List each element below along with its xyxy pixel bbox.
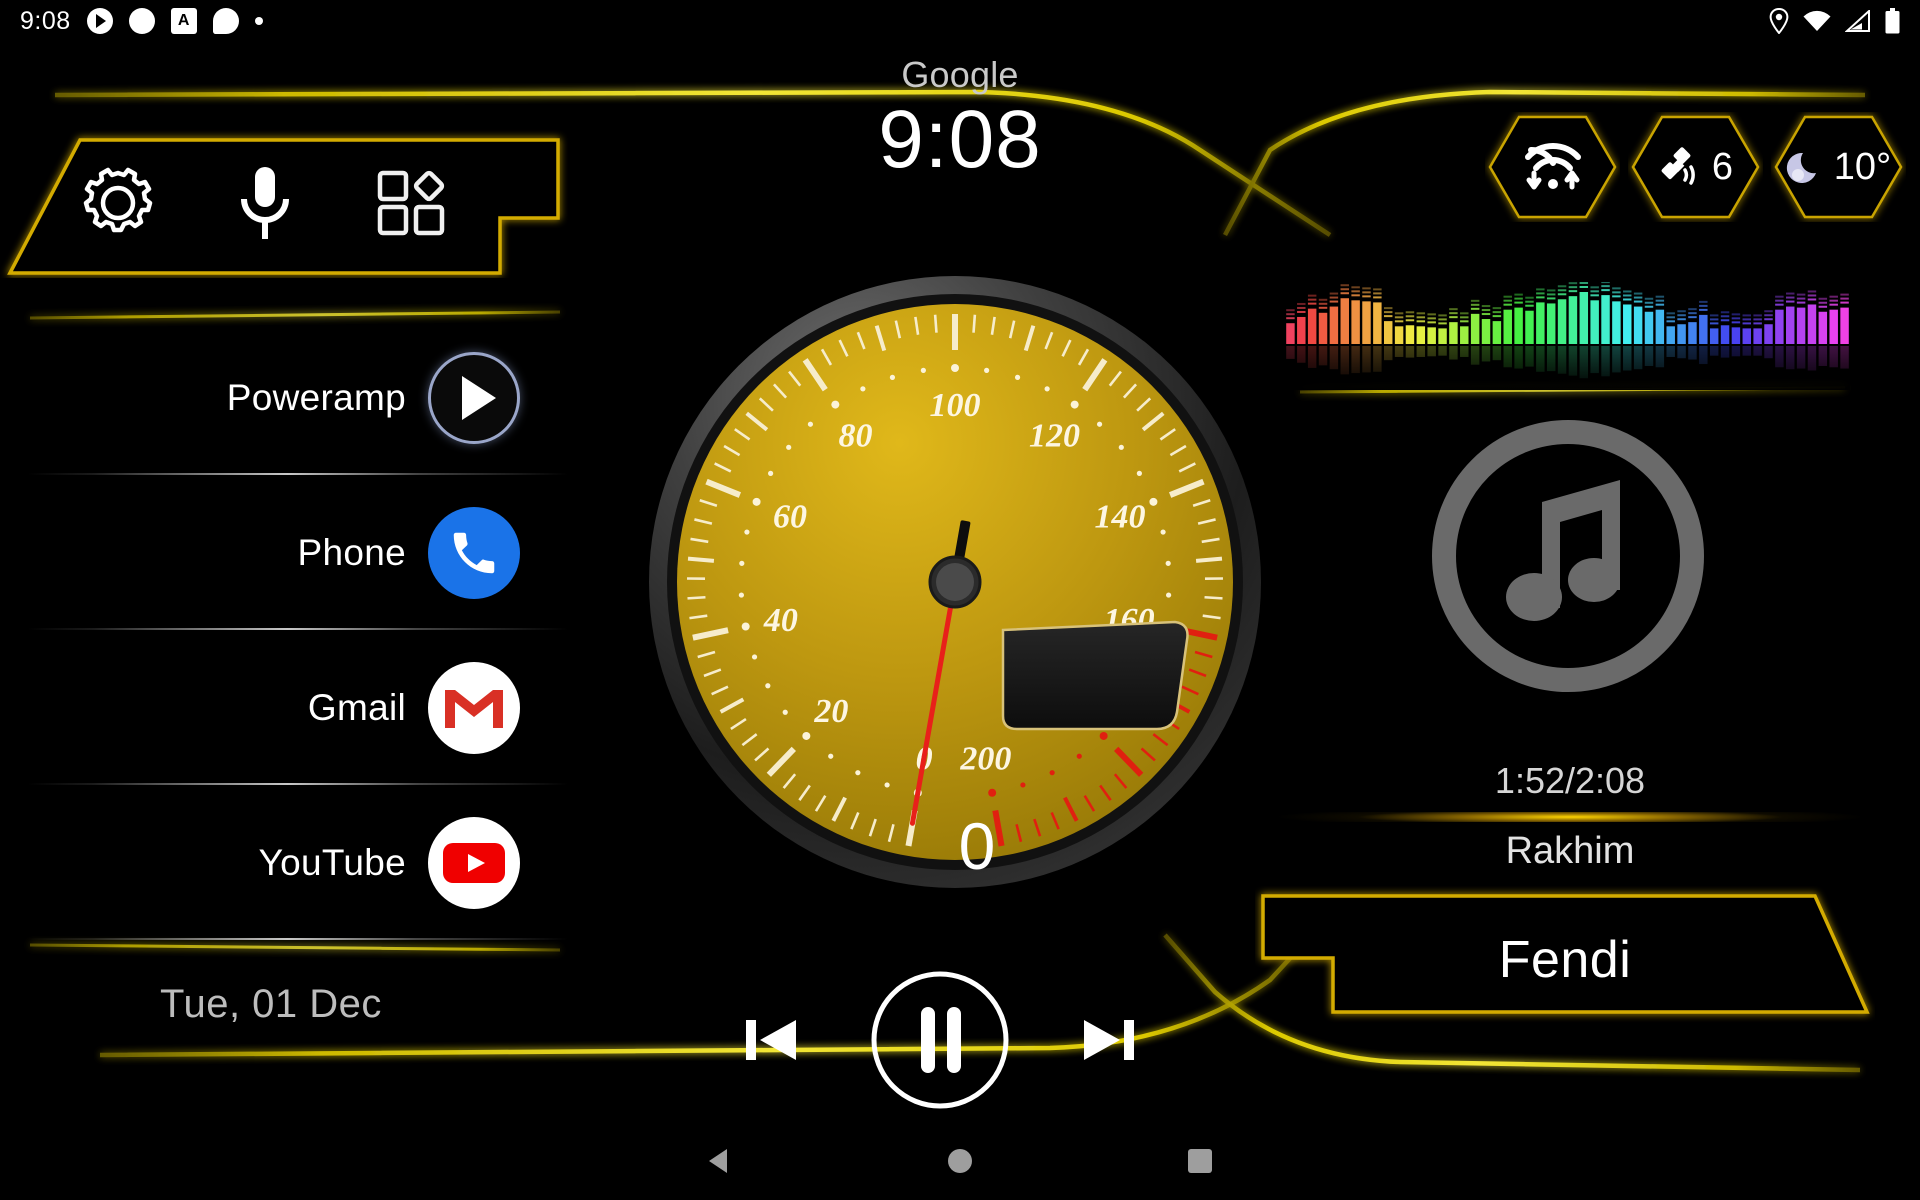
clock-label: Google	[901, 54, 1019, 95]
temperature-value: 10°	[1833, 145, 1892, 188]
svg-text:120: 120	[1029, 417, 1080, 454]
app-shortcut-list: Poweramp Phone Gmail YouTube	[0, 320, 580, 970]
gps-status-content: 6	[1658, 144, 1733, 190]
satellite-icon	[1661, 147, 1695, 185]
svg-text:200: 200	[959, 740, 1011, 777]
track-artist: Rakhim	[1505, 830, 1635, 872]
equalizer-svg	[1285, 278, 1850, 390]
track-meta: 1:52/2:08 Rakhim	[1250, 760, 1890, 873]
settings-button[interactable]	[75, 160, 161, 246]
weather-status[interactable]: 10°	[1771, 112, 1906, 222]
music-note-icon	[1432, 420, 1704, 692]
gmail-envelope-icon[interactable]	[428, 661, 520, 754]
track-time: 1:52/2:08	[1494, 760, 1646, 801]
center-clock[interactable]: Google 9:08	[760, 54, 1160, 182]
previous-button[interactable]	[740, 1012, 802, 1068]
gps-satellite-count: 6	[1711, 145, 1734, 188]
wifi-status-content	[1522, 141, 1584, 193]
wifi-status[interactable]	[1485, 112, 1620, 222]
next-button[interactable]	[1078, 1012, 1140, 1068]
home-circle-icon	[948, 1149, 972, 1173]
date-display[interactable]: Tue, 01 Dec	[160, 982, 382, 1027]
dot-circle-icon	[128, 8, 155, 34]
signal-icon	[1845, 10, 1870, 32]
svg-text:60: 60	[773, 498, 807, 535]
quick-panel-buttons	[75, 150, 455, 255]
a-box-icon: A	[170, 8, 197, 34]
status-bar-time: 9:08	[20, 6, 71, 35]
app-row-youtube[interactable]: YouTube	[0, 785, 580, 940]
status-bar-left: 9:08 A	[20, 7, 263, 36]
clock-time: 9:08	[878, 94, 1042, 185]
svg-text:80: 80	[838, 417, 872, 454]
youtube-glyph	[443, 842, 505, 883]
app-label: Gmail	[307, 686, 406, 728]
weather-status-content: 10°	[1786, 146, 1891, 189]
wifi-icon	[1803, 10, 1831, 31]
blob-icon	[212, 8, 239, 34]
microphone-icon	[241, 166, 289, 239]
tiny-dot-icon	[254, 17, 263, 25]
track-title-plate[interactable]: Fendi	[1255, 886, 1875, 1036]
app-label: Phone	[297, 531, 406, 573]
app-row-gmail[interactable]: Gmail	[0, 630, 580, 785]
media-controls	[740, 970, 1140, 1110]
gps-status[interactable]: 6	[1628, 112, 1763, 222]
nav-recents-button[interactable]	[1080, 1122, 1320, 1200]
location-pin-icon	[1769, 8, 1789, 34]
app-row-poweramp[interactable]: Poweramp	[0, 320, 580, 475]
svg-text:140: 140	[1095, 498, 1146, 535]
handset-glyph	[453, 532, 495, 573]
date-text: Tue, 01 Dec	[160, 982, 382, 1026]
back-triangle-icon	[709, 1149, 727, 1173]
skip-previous-icon	[746, 1020, 796, 1060]
status-bar: 9:08 A	[0, 0, 1920, 42]
svg-text:100: 100	[930, 387, 981, 424]
list-separator	[28, 938, 568, 940]
pause-icon	[871, 971, 1009, 1109]
play-icon[interactable]	[428, 351, 520, 444]
nav-back-button[interactable]	[600, 1122, 840, 1200]
moon-icon	[1786, 152, 1816, 183]
track-title: Fendi	[1498, 931, 1632, 989]
nav-home-button[interactable]	[840, 1122, 1080, 1200]
apps-button[interactable]	[369, 160, 455, 246]
wifi-transfer-icon	[1524, 143, 1581, 190]
speedometer-gauge[interactable]: 020406080100120140160180200 0	[645, 272, 1265, 892]
skip-next-icon	[1084, 1020, 1134, 1060]
app-label: Poweramp	[226, 376, 406, 418]
svg-text:40: 40	[763, 602, 798, 639]
apps-grid-icon	[377, 170, 445, 235]
app-row-phone[interactable]: Phone	[0, 475, 580, 630]
youtube-play-icon[interactable]	[428, 816, 520, 909]
gmail-glyph	[445, 689, 503, 728]
audio-spectrum-visualizer	[1285, 278, 1850, 390]
recents-square-icon	[1188, 1149, 1212, 1173]
status-hex-row: 6 10°	[1485, 112, 1906, 222]
status-bar-right	[1769, 8, 1900, 34]
battery-icon	[1885, 8, 1900, 34]
speed-value: 0	[958, 809, 996, 883]
play-pause-button[interactable]	[869, 969, 1011, 1111]
quick-action-panel	[0, 128, 575, 278]
svg-text:20: 20	[813, 693, 848, 730]
gear-icon	[83, 167, 153, 232]
voice-button[interactable]	[222, 160, 308, 246]
album-art-placeholder[interactable]	[1424, 412, 1712, 700]
speedometer-svg: 020406080100120140160180200	[649, 276, 1261, 888]
play-circle-icon	[86, 8, 113, 34]
android-navigation-bar	[0, 1122, 1920, 1200]
track-divider	[1250, 812, 1890, 822]
app-label: YouTube	[258, 841, 406, 883]
phone-handset-icon[interactable]	[428, 506, 520, 599]
